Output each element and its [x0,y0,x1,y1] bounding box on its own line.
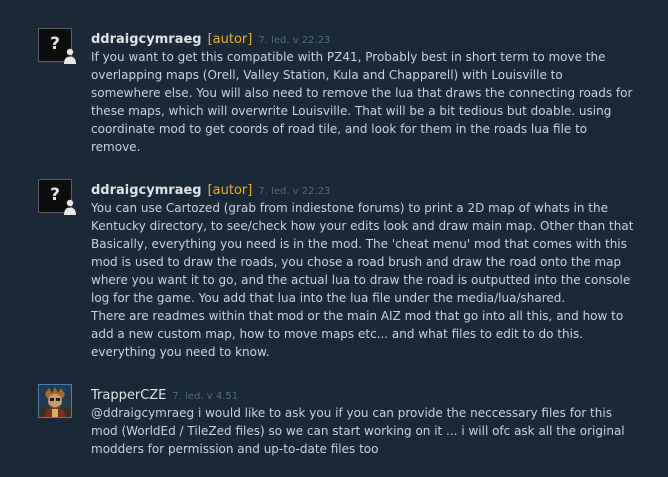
question-mark-avatar-icon[interactable]: ? [38,28,76,64]
comment-author-link[interactable]: ddraigcymraeg [91,183,202,198]
comment-text-line: Kentucky directory, to see/check how you… [91,219,634,233]
comment-text-line: @ddraigcymraeg i would like to ask you i… [91,406,612,420]
person-icon [64,48,76,64]
comment-body: If you want to get this compatible with … [91,48,651,156]
comment-header: ddraigcymraeg [autor] 7. led. v 22.23 [91,28,331,47]
comment-author-link[interactable]: ddraigcymraeg [91,32,202,47]
person-icon [64,199,76,215]
comment-body: You can use Cartozed (grab from indiesto… [91,199,651,361]
comment-header: TrapperCZE 7. led. v 4.51 [91,384,239,403]
author-badge: [autor] [207,32,253,47]
comment-text-line: You can use Cartozed (grab from indiesto… [91,201,609,215]
author-badge: [autor] [207,183,253,198]
comment-timestamp: 7. led. v 22.23 [258,35,331,46]
comment-text-line: There are readmes within that mod or the… [91,309,624,323]
comment-header: ddraigcymraeg [autor] 7. led. v 22.23 [91,179,331,198]
comment-text-line: somewhere else. You will also need to re… [91,86,633,100]
comment-text-line: overlapping maps (Orell, Valley Station,… [91,68,563,82]
comment-text-line: Basically, everything you need is in the… [91,237,627,251]
comment-text-line: modders for permission and up-to-date fi… [91,442,379,456]
comment-text-line: log for the game. You add that lua into … [91,291,566,305]
comment-text-line: these maps, which will overwrite Louisvi… [91,104,612,118]
comment-text-line: remove. [91,140,141,154]
comment-timestamp: 7. led. v 4.51 [172,391,239,402]
comment-text-line: mod (WorldEd / TileZed files) so we can … [91,424,625,438]
character-portrait-icon [39,385,71,417]
comment-text-line: mod is used to draw the roads, you chose… [91,255,622,269]
comment-body: @ddraigcymraeg i would like to ask you i… [91,404,651,458]
question-mark-avatar-icon[interactable]: ? [38,179,76,215]
comment-thread: ? ddraigcymraeg [autor] 7. led. v 22.23 If… [0,0,668,477]
comment-text-line: where you want it to go, and the actual … [91,273,631,287]
comment-text-line: If you want to get this compatible with … [91,50,606,64]
character-portrait-avatar-icon[interactable] [38,384,72,418]
comment-text-line: everything you need to know. [91,345,270,359]
comment-timestamp: 7. led. v 22.23 [258,186,331,197]
comment-author-link[interactable]: TrapperCZE [91,388,166,403]
comment-text-line: coordinate mod to get coords of road til… [91,122,588,136]
comment-text-line: add a new custom map, how to move maps e… [91,327,584,341]
